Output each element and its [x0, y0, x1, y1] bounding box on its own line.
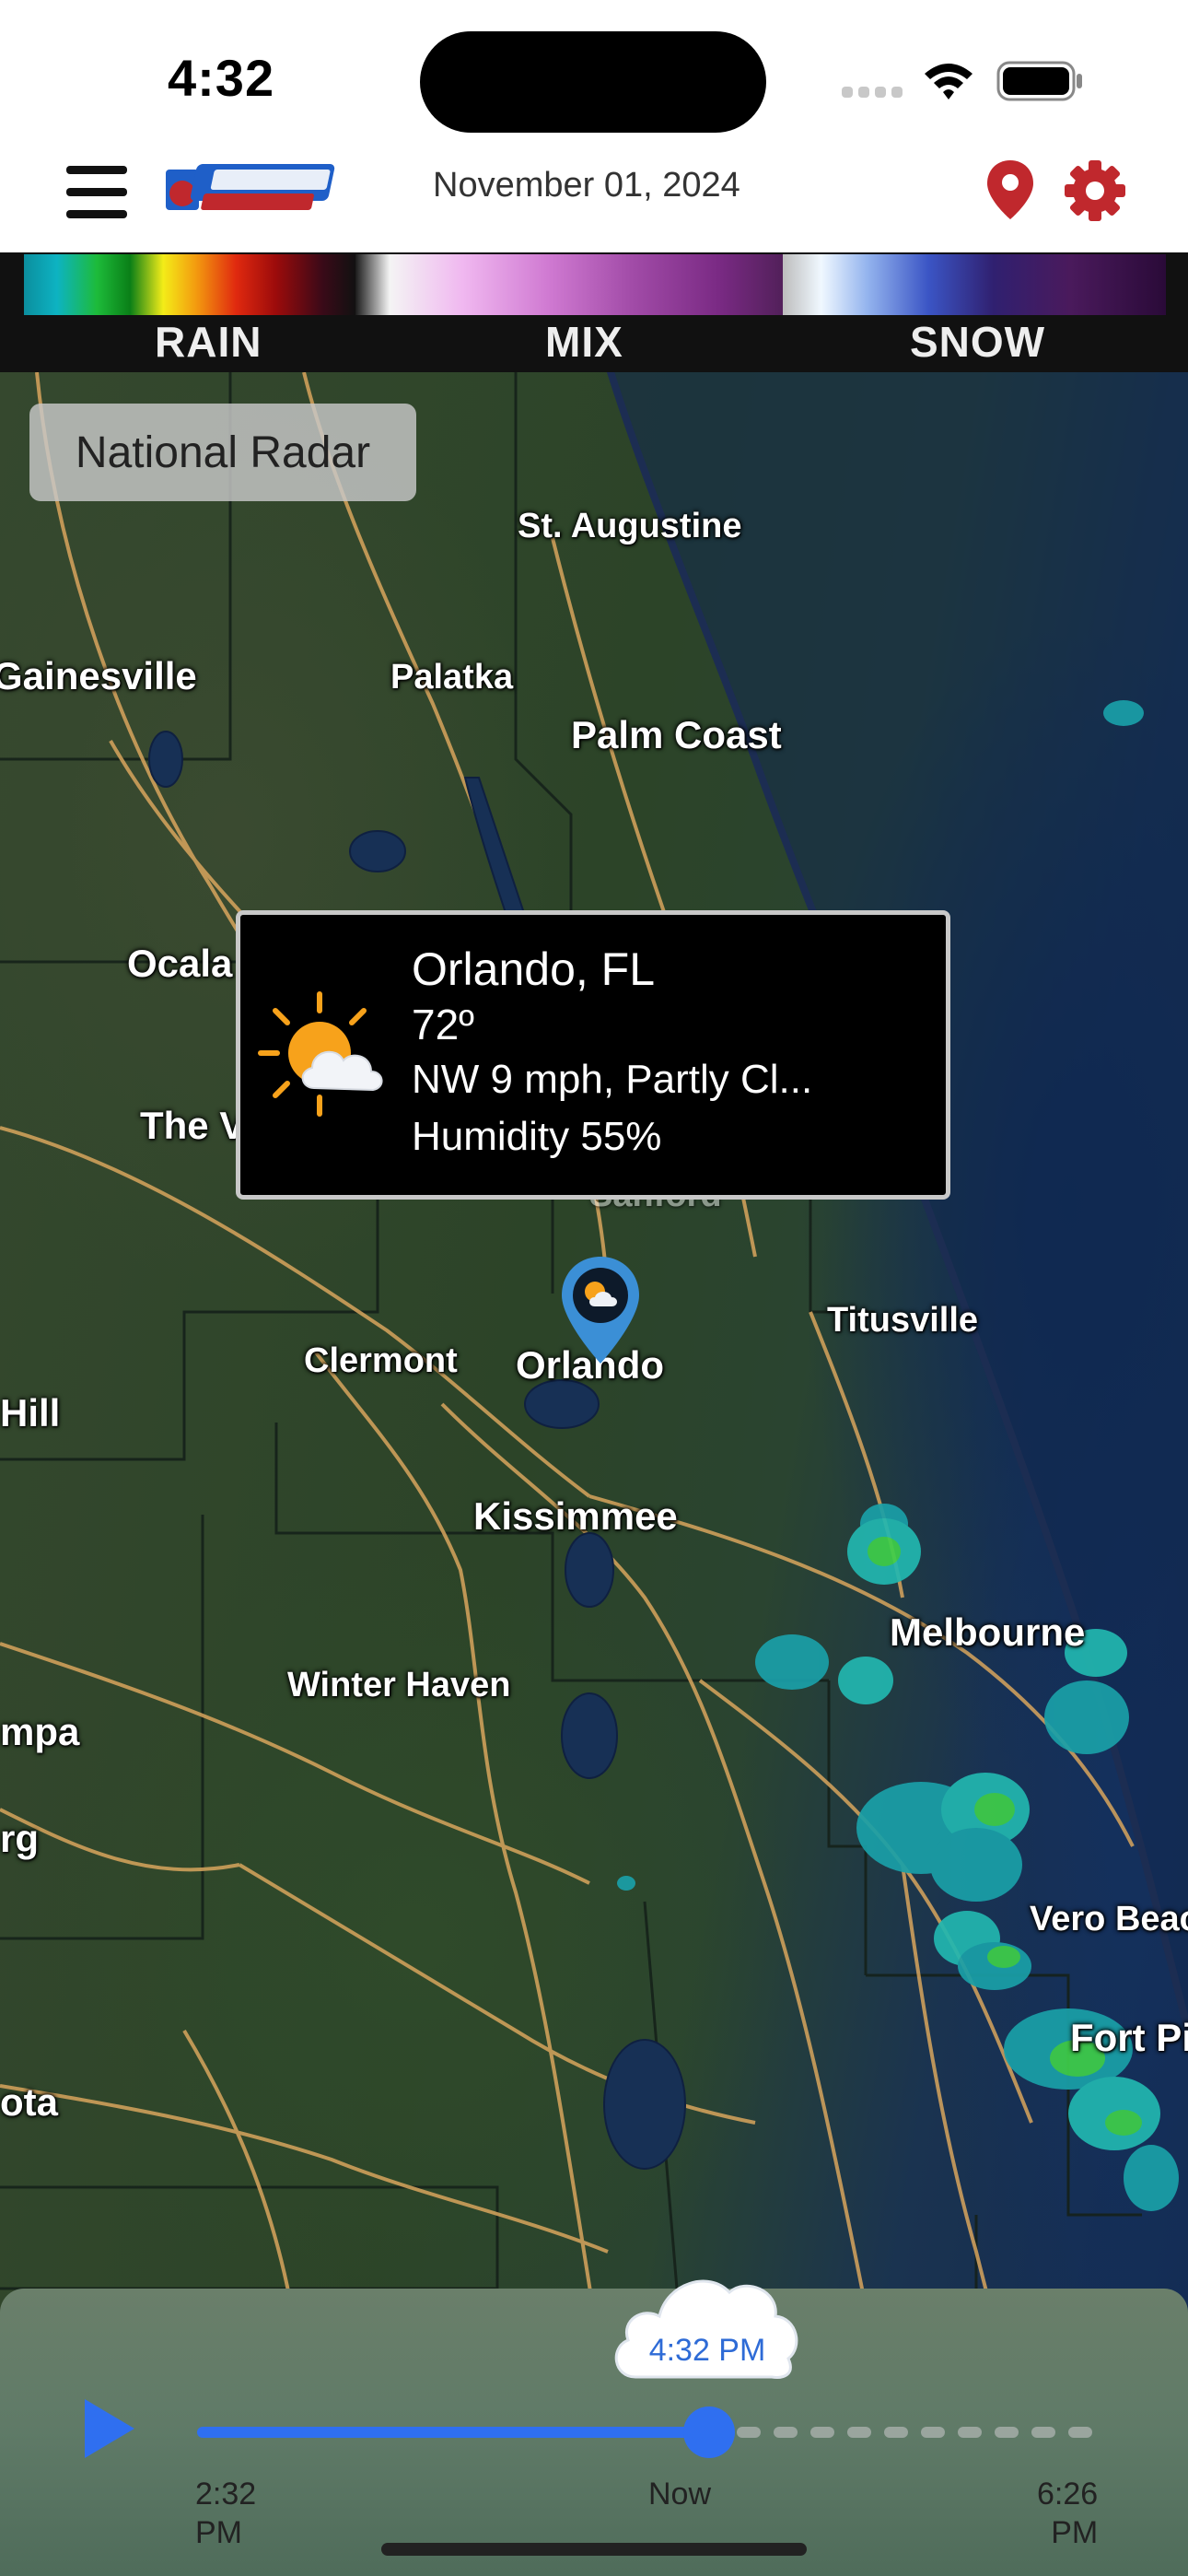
city-label: Fort Pie — [1070, 2016, 1188, 2059]
timeline-tick — [847, 2427, 871, 2438]
city-label: Vero Beac — [1030, 1900, 1188, 1938]
legend-snow-gradient — [783, 254, 1166, 315]
timeline-tick — [1068, 2427, 1092, 2438]
city-label: mpa — [0, 1710, 80, 1753]
city-label: Clermont — [304, 1341, 458, 1380]
popup-conditions: NW 9 mph, Partly Cl... — [412, 1057, 813, 1102]
timeline-tick — [1031, 2427, 1055, 2438]
popup-temperature: 72º — [412, 1001, 474, 1048]
signal-icon — [842, 87, 903, 98]
timeline-start-ampm: PM — [195, 2515, 242, 2550]
city-label: Melbourne — [890, 1610, 1086, 1654]
city-label: ota — [0, 2080, 58, 2124]
city-label: Palatka — [390, 658, 514, 697]
play-icon[interactable] — [81, 2395, 138, 2462]
partly-cloudy-icon — [258, 991, 383, 1117]
legend-label-snow: SNOW — [910, 318, 1046, 366]
home-indicator — [381, 2543, 807, 2556]
timeline-tick — [995, 2427, 1019, 2438]
city-label: Hill — [0, 1391, 61, 1434]
timeline-start-time: 2:32 — [195, 2476, 257, 2512]
status-time: 4:32 — [168, 49, 275, 107]
timeline-now-label: Now — [648, 2476, 712, 2512]
brand-logo — [166, 164, 335, 210]
dynamic-island — [420, 31, 766, 133]
timeline-tick — [737, 2427, 761, 2438]
header-date: November 01, 2024 — [433, 166, 740, 205]
timeline-end-label: 6:26 PM — [1037, 2475, 1098, 2552]
legend-mix-gradient — [355, 254, 783, 315]
city-label: The V — [140, 1104, 246, 1147]
timeline-end-ampm: PM — [1051, 2515, 1099, 2550]
timeline-tick — [810, 2427, 834, 2438]
popup-humidity: Humidity 55% — [412, 1114, 662, 1159]
timeline-tick — [884, 2427, 908, 2438]
location-marker-icon[interactable] — [558, 1255, 643, 1365]
legend-rain-gradient — [24, 254, 355, 315]
timeline-start-label: 2:32 PM — [195, 2475, 256, 2552]
battery-icon — [996, 61, 1082, 101]
map-overlay — [0, 372, 1188, 2576]
city-label: Winter Haven — [287, 1666, 511, 1704]
gear-icon[interactable] — [1063, 158, 1127, 223]
location-pin-icon[interactable] — [985, 158, 1035, 221]
radar-map[interactable]: St. Augustine Gainesville Palatka Palm C… — [0, 372, 1188, 2576]
city-label: Palm Coast — [571, 713, 782, 756]
wifi-icon — [925, 64, 973, 100]
menu-icon[interactable] — [66, 164, 127, 219]
timeline-scrubber-handle[interactable] — [683, 2406, 735, 2458]
timeline-progress — [197, 2427, 709, 2438]
timeline-tick — [774, 2427, 798, 2438]
city-label: Ocala — [127, 942, 233, 985]
weather-popup[interactable]: Orlando, FL 72º NW 9 mph, Partly Cl... H… — [236, 910, 950, 1200]
timeline-tick — [921, 2427, 945, 2438]
city-label: Gainesville — [0, 654, 197, 697]
timeline-end-time: 6:26 — [1037, 2476, 1099, 2512]
legend-label-mix: MIX — [545, 318, 623, 366]
national-radar-button[interactable]: National Radar — [29, 404, 416, 501]
city-label: Kissimmee — [473, 1494, 678, 1538]
city-label: St. Augustine — [518, 507, 742, 545]
city-label: rg — [0, 1817, 39, 1860]
timeline-tick — [958, 2427, 982, 2438]
current-time-label: 4:32 PM — [648, 2333, 766, 2368]
popup-location: Orlando, FL — [412, 943, 656, 995]
city-label: Titusville — [827, 1301, 979, 1340]
legend-label-rain: RAIN — [155, 318, 262, 366]
